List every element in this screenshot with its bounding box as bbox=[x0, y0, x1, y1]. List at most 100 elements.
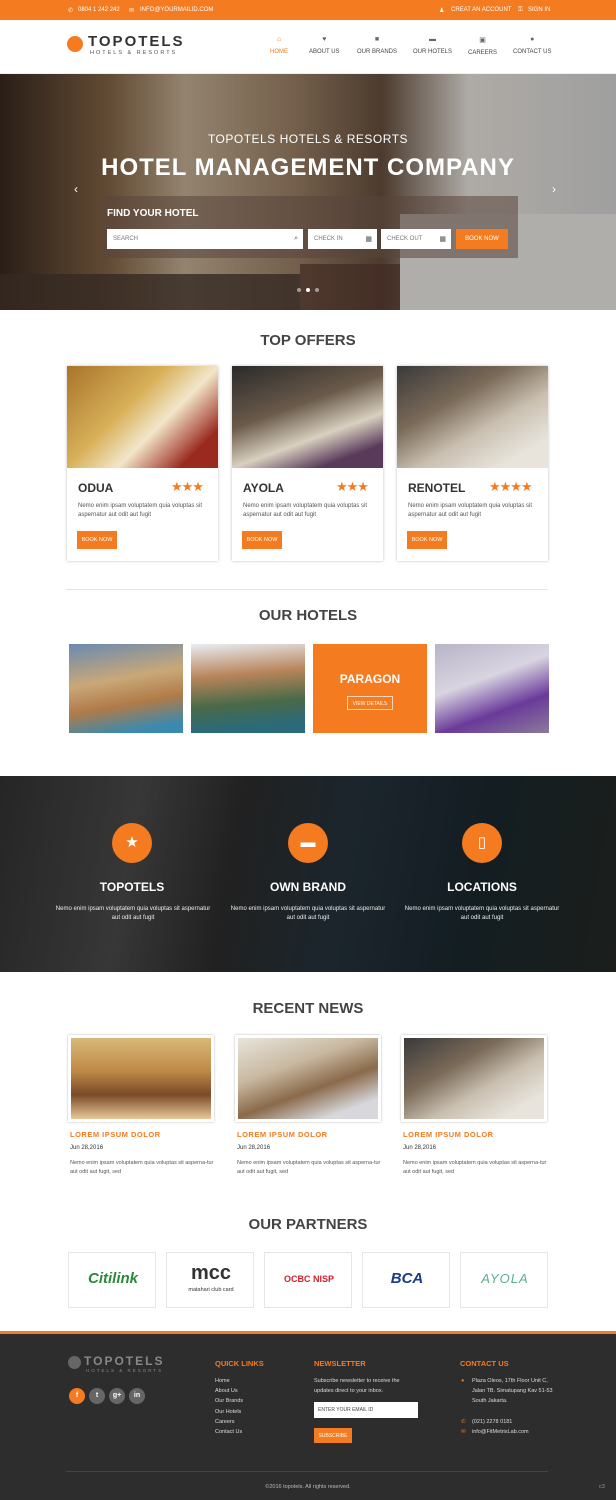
partner-logo-ayola[interactable]: AYOLA bbox=[460, 1252, 548, 1308]
footer-divider bbox=[66, 1471, 548, 1472]
news-date: Jun 28,2016 bbox=[237, 1145, 271, 1151]
hotel-image[interactable] bbox=[191, 644, 305, 733]
partner-logo-mcc[interactable]: mcc matahari club card bbox=[166, 1252, 254, 1308]
hero-slider: TOPOTELS HOTELS & RESORTS HOTEL MANAGEME… bbox=[0, 74, 616, 310]
facebook-icon[interactable]: f bbox=[69, 1388, 85, 1404]
offer-book-button[interactable]: BOOK NOW bbox=[407, 531, 447, 549]
contact-address: South Jakarta. bbox=[472, 1398, 508, 1404]
newsletter-text: Subscribe newsletter to receive the bbox=[314, 1378, 400, 1384]
sign-in-link[interactable]: SIGN IN bbox=[528, 7, 550, 13]
nav-about-us[interactable]: ♥ ABOUT US bbox=[309, 36, 340, 55]
google-plus-icon[interactable]: g+ bbox=[109, 1388, 125, 1404]
slide-dot-active[interactable] bbox=[306, 288, 310, 292]
offer-description: Nemo enim ipsam voluptatem quia voluptas… bbox=[243, 503, 368, 518]
footer-link-home[interactable]: Home bbox=[215, 1378, 230, 1384]
rating-stars-icon: ★★★ bbox=[336, 479, 369, 494]
nav-our-hotels[interactable]: ▬ OUR HOTELS bbox=[413, 36, 452, 55]
footer-link-brands[interactable]: Our Brands bbox=[215, 1398, 243, 1404]
book-icon: ■ bbox=[374, 36, 380, 43]
bed-icon: ▬ bbox=[288, 823, 328, 863]
book-now-button[interactable]: BOOK NOW bbox=[456, 229, 508, 249]
featured-hotel-name: PARAGON bbox=[339, 672, 401, 686]
next-slide-icon[interactable]: › bbox=[552, 182, 556, 196]
hotel-image[interactable] bbox=[69, 644, 183, 733]
top-email[interactable]: INFO@YOURMAILID.COM bbox=[140, 7, 213, 13]
news-image[interactable] bbox=[68, 1035, 214, 1122]
home-icon: ⌂ bbox=[276, 36, 282, 43]
hero-subtitle: TOPOTELS HOTELS & RESORTS bbox=[207, 132, 409, 146]
contact-title: CONTACT US bbox=[460, 1359, 509, 1368]
offer-name: RENOTEL bbox=[408, 481, 466, 495]
view-details-button[interactable]: VIEW DETAILS bbox=[347, 696, 393, 710]
footer-link-contact[interactable]: Contact Us bbox=[215, 1429, 242, 1435]
offer-card: ODUA ★★★ Nemo enim ipsam voluptatem quia… bbox=[67, 366, 218, 561]
newsletter-title: NEWSLETTER bbox=[314, 1359, 366, 1368]
partner-logo-citilink[interactable]: Citilink bbox=[68, 1252, 156, 1308]
nav-contact-us[interactable]: ● CONTACT US bbox=[513, 36, 551, 55]
news-title[interactable]: LOREM IPSUM DOLOR bbox=[403, 1130, 549, 1139]
offer-book-button[interactable]: BOOK NOW bbox=[242, 531, 282, 549]
feature-description: Nemo enim ipsam voluptatem quia voluptas… bbox=[230, 906, 386, 921]
linkedin-icon[interactable]: in bbox=[129, 1388, 145, 1404]
offer-image[interactable] bbox=[397, 366, 548, 468]
news-image[interactable] bbox=[401, 1035, 547, 1122]
top-phone: 0804 1 242 242 bbox=[78, 7, 120, 13]
slide-dot[interactable] bbox=[297, 288, 301, 292]
footer: TOPOTELS HOTELS & RESORTS f t g+ in QUIC… bbox=[0, 1331, 616, 1500]
news-title[interactable]: LOREM IPSUM DOLOR bbox=[70, 1130, 216, 1139]
mail-icon: ✉ bbox=[129, 8, 135, 14]
logo-mark-icon bbox=[67, 36, 83, 52]
nav-our-brands[interactable]: ■ OUR BRANDS bbox=[357, 36, 397, 55]
news-image[interactable] bbox=[235, 1035, 381, 1122]
hero-title: HOTEL MANAGEMENT COMPANY bbox=[101, 154, 515, 181]
partner-logo-bca[interactable]: BCA bbox=[362, 1252, 450, 1308]
footer-link-hotels[interactable]: Our Hotels bbox=[215, 1409, 241, 1415]
contact-address: Jalan TB. Simatupang Kav 51-53 bbox=[472, 1388, 553, 1394]
bed-icon: ▬ bbox=[429, 36, 436, 43]
feature-title: LOCATIONS bbox=[447, 880, 517, 894]
recent-news-title: RECENT NEWS bbox=[252, 1000, 364, 1017]
top-offers-title: TOP OFFERS bbox=[260, 332, 356, 349]
offer-name: ODUA bbox=[78, 481, 114, 495]
map-marker-icon: ● bbox=[461, 1378, 465, 1384]
create-account-link[interactable]: CREAT AN ACCOUNT bbox=[451, 7, 511, 13]
hotel-image[interactable] bbox=[435, 644, 549, 733]
partners-title: OUR PARTNERS bbox=[248, 1216, 368, 1233]
our-hotels-title: OUR HOTELS bbox=[258, 607, 358, 624]
logo-text: TOPOTELS bbox=[88, 33, 185, 50]
feature-title: TOPOTELS bbox=[99, 880, 165, 894]
slide-dot[interactable] bbox=[315, 288, 319, 292]
footer-link-about[interactable]: About Us bbox=[215, 1388, 238, 1394]
contact-address: Plaza Oleos, 17th Floor Unit C, bbox=[472, 1378, 548, 1384]
star-icon: ★ bbox=[112, 823, 152, 863]
prev-slide-icon[interactable]: ‹ bbox=[74, 182, 78, 196]
offer-book-button[interactable]: BOOK NOW bbox=[77, 531, 117, 549]
check-out-field[interactable]: CHECK OUT ▦ bbox=[381, 229, 451, 249]
nav-careers[interactable]: ▣ CAREERS bbox=[468, 36, 497, 56]
feature-title: OWN BRAND bbox=[270, 880, 346, 894]
search-icon: ⌕ bbox=[294, 235, 298, 242]
subscribe-button[interactable]: SUBSCRIBE bbox=[314, 1428, 352, 1443]
section-divider bbox=[66, 589, 548, 590]
news-title[interactable]: LOREM IPSUM DOLOR bbox=[237, 1130, 383, 1139]
footer-link-careers[interactable]: Careers bbox=[215, 1419, 235, 1425]
news-excerpt: Nemo enim ipsam voluptatem quia voluptas… bbox=[70, 1160, 214, 1175]
newsletter-email-input[interactable]: ENTER YOUR EMAIL ID bbox=[314, 1402, 418, 1418]
offer-image[interactable] bbox=[67, 366, 218, 468]
phone-icon: ✆ bbox=[461, 1419, 466, 1425]
offer-image[interactable] bbox=[232, 366, 383, 468]
contact-email[interactable]: info@FitMetrixLab.com bbox=[472, 1429, 529, 1435]
news-excerpt: Nemo enim ipsam voluptatem quia voluptas… bbox=[237, 1160, 381, 1175]
news-date: Jun 28,2016 bbox=[70, 1145, 104, 1151]
twitter-icon[interactable]: t bbox=[89, 1388, 105, 1404]
offer-card: AYOLA ★★★ Nemo enim ipsam voluptatem qui… bbox=[232, 366, 383, 561]
search-input[interactable]: SEARCH ⌕ bbox=[107, 229, 303, 249]
hotel-featured[interactable]: PARAGON VIEW DETAILS bbox=[313, 644, 427, 733]
feature-description: Nemo enim ipsam voluptatem quia voluptas… bbox=[55, 906, 211, 921]
quick-links-title: QUICK LINKS bbox=[215, 1359, 264, 1368]
check-in-field[interactable]: CHECK IN ▦ bbox=[308, 229, 377, 249]
partner-logo-ocbc-nisp[interactable]: OCBC NISP bbox=[264, 1252, 352, 1308]
nav-home[interactable]: ⌂ HOME bbox=[270, 36, 288, 55]
top-bar: ✆ 0804 1 242 242 ✉ INFO@YOURMAILID.COM ♟… bbox=[0, 0, 616, 20]
copyright: ©2016 topotels. All rights reserved. bbox=[265, 1484, 351, 1490]
